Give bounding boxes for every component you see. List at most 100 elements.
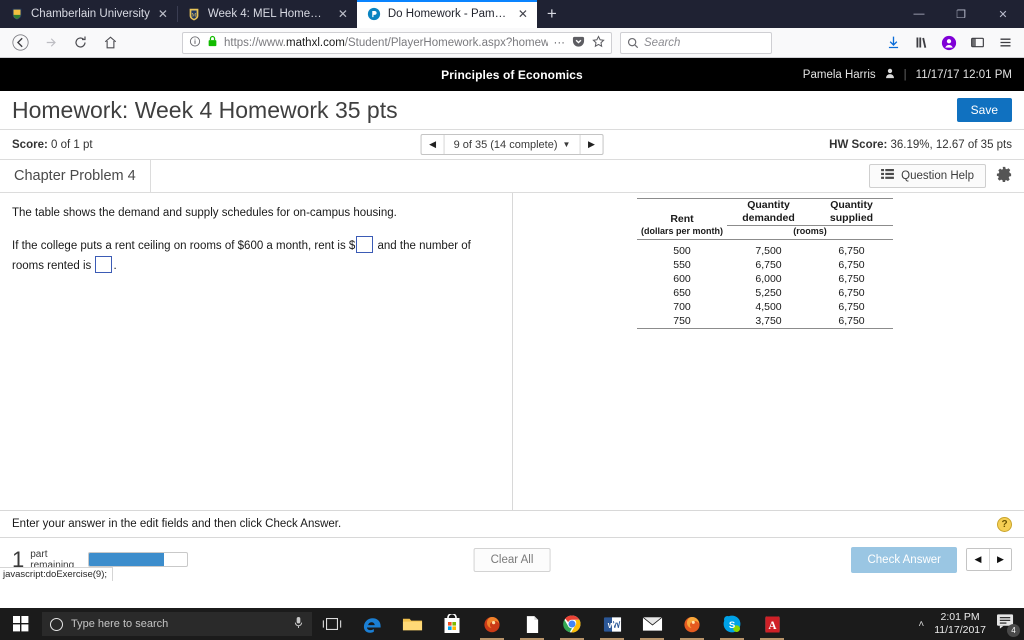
table-row: 550 6,750 6,750 (637, 258, 893, 272)
hw-score-display: HW Score: 36.19%, 12.67 of 35 pts (829, 139, 1012, 151)
new-tab-button[interactable]: + (537, 0, 567, 28)
help-icon[interactable]: ? (997, 516, 1012, 532)
microphone-icon[interactable] (293, 616, 304, 632)
check-answer-button[interactable]: Check Answer (851, 546, 957, 573)
page-actions-icon[interactable]: ··· (554, 37, 566, 49)
save-button[interactable]: Save (956, 98, 1012, 122)
library-icon[interactable] (908, 30, 934, 56)
back-icon[interactable] (6, 30, 34, 56)
cell-supplied: 6,750 (838, 258, 865, 271)
bottom-prev-button[interactable]: ◀ (967, 549, 989, 570)
clear-all-button[interactable]: Clear All (473, 547, 551, 572)
pocket-icon[interactable] (572, 35, 585, 51)
tab-close-icon[interactable]: ✕ (517, 8, 529, 20)
action-center-icon[interactable]: 4 (996, 613, 1020, 637)
download-icon[interactable] (880, 30, 906, 56)
browser-tab-chamberlain[interactable]: Chamberlain University ✕ (0, 0, 177, 28)
url-text: https://www.mathxl.com/Student/PlayerHom… (224, 36, 548, 49)
col1-unit: (dollars per month) (637, 225, 727, 240)
taskbar-search-box[interactable]: Type here to search (42, 612, 312, 636)
question-line-2: If the college puts a rent ceiling on ro… (12, 236, 498, 276)
col2-header-line1: Quantity (727, 198, 810, 212)
cell-demanded: 6,000 (755, 272, 782, 285)
window-minimize-button[interactable]: — (898, 0, 940, 28)
browser-status-bar: javascript:doExercise(9); (0, 567, 114, 581)
account-icon[interactable] (936, 30, 962, 56)
problem-work-area: The table shows the demand and supply sc… (0, 193, 1024, 510)
sidebar-icon[interactable] (964, 30, 990, 56)
bookmark-star-icon[interactable] (592, 34, 605, 51)
window-close-button[interactable]: ✕ (982, 0, 1024, 28)
cell-demanded: 5,250 (755, 286, 782, 299)
document-icon[interactable] (512, 608, 552, 640)
cortana-icon (50, 617, 63, 631)
problem-actions: Question Help (869, 164, 1012, 188)
cell-rent: 600 (673, 272, 691, 285)
address-bar[interactable]: https://www.mathxl.com/Student/PlayerHom… (182, 31, 612, 54)
cell-supplied: 6,750 (838, 300, 865, 313)
question-text-a: If the college puts a rent ceiling on ro… (12, 240, 356, 252)
col2-header-line2: demanded (727, 212, 810, 226)
tab-close-icon[interactable]: ✕ (157, 8, 169, 20)
user-name: Pamela Harris (802, 68, 876, 81)
start-button[interactable] (0, 608, 42, 640)
reload-icon[interactable] (66, 30, 94, 56)
browser-tab-do-homework[interactable]: Do Homework - Pamela Harris ✕ (356, 0, 537, 28)
answer-input-2[interactable] (95, 256, 113, 273)
lock-icon (207, 35, 218, 50)
tab-close-icon[interactable]: ✕ (337, 8, 349, 20)
table-row: 650 5,250 6,750 (637, 286, 893, 300)
pager-dropdown[interactable]: 9 of 35 (14 complete) ▼ (443, 135, 581, 154)
cell-supplied: 6,750 (838, 244, 865, 257)
system-tray: ˄ 2:01 PM 11/17/2017 4 (918, 611, 1024, 637)
hw-score-label: HW Score: (829, 138, 888, 151)
forward-icon[interactable] (36, 30, 64, 56)
skype-icon[interactable]: S (712, 608, 752, 640)
tab-title: Week 4: MEL Homework (207, 8, 330, 20)
person-icon (885, 68, 895, 82)
word-icon[interactable]: W (592, 608, 632, 640)
taskbar-clock[interactable]: 2:01 PM 11/17/2017 (934, 611, 986, 637)
search-icon (627, 37, 639, 48)
file-explorer-icon[interactable] (392, 608, 432, 640)
bottom-right-actions: Check Answer ◀ ▶ (851, 546, 1012, 573)
page-title: Homework: Week 4 Homework 35 pts (12, 96, 398, 123)
page-info-icon[interactable] (189, 35, 201, 50)
cell-demanded: 6,750 (755, 258, 782, 271)
window-maximize-button[interactable]: ❐ (940, 0, 982, 28)
clock-time: 2:01 PM (940, 611, 980, 623)
pager-next-button[interactable]: ▶ (580, 135, 602, 154)
home-icon[interactable] (96, 30, 124, 56)
crest-icon: M (189, 8, 199, 21)
clock-date: 11/17/2017 (934, 624, 986, 636)
firefox-icon[interactable] (672, 608, 712, 640)
figure-panel: Quantity Quantity Rent demanded supplied… (513, 193, 1024, 510)
show-hidden-icons-chevron[interactable]: ˄ (918, 619, 924, 630)
edge-icon[interactable] (352, 608, 392, 640)
pager-prev-button[interactable]: ◀ (422, 135, 444, 154)
store-icon[interactable] (432, 608, 472, 640)
task-view-icon[interactable] (312, 608, 352, 640)
pager-label: 9 of 35 (14 complete) (453, 138, 558, 151)
search-bar[interactable]: Search (620, 31, 772, 54)
bottom-next-button[interactable]: ▶ (989, 549, 1011, 570)
question-panel: The table shows the demand and supply sc… (0, 193, 513, 510)
chrome-icon[interactable] (552, 608, 592, 640)
table-unit-row: (dollars per month) (rooms) (637, 225, 893, 240)
gear-icon[interactable] (996, 166, 1012, 186)
mail-icon[interactable] (632, 608, 672, 640)
question-help-button[interactable]: Question Help (869, 164, 986, 188)
tab-chapter-problem[interactable]: Chapter Problem 4 (0, 159, 151, 193)
span-unit: (rooms) (727, 225, 893, 240)
browser-navigation-bar: https://www.mathxl.com/Student/PlayerHom… (0, 28, 1024, 58)
header-separator: | (903, 68, 907, 81)
menu-icon[interactable] (992, 30, 1018, 56)
acrobat-icon[interactable]: A (752, 608, 792, 640)
problem-pager: ◀ 9 of 35 (14 complete) ▼ ▶ (420, 134, 604, 155)
hw-score-value: 36.19%, 12.67 of 35 pts (890, 138, 1012, 151)
answer-input-1[interactable] (356, 236, 374, 253)
cell-rent: 550 (673, 258, 691, 271)
cell-supplied: 6,750 (838, 286, 865, 299)
firefox-dev-icon[interactable] (472, 608, 512, 640)
browser-tab-mel-homework[interactable]: M Week 4: MEL Homework ✕ (176, 0, 357, 28)
